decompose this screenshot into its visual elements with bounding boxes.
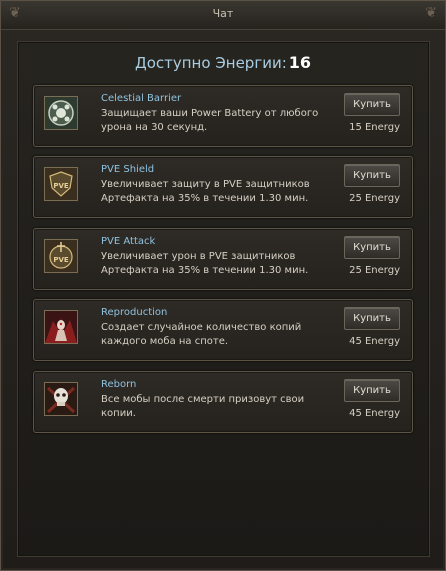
shop-item-celestial-barrier: Celestial Barrier Защищает ваши Power Ba… xyxy=(33,85,413,147)
reproduction-icon xyxy=(44,310,78,344)
item-cost: 45 Energy xyxy=(349,408,400,419)
item-description: Увеличивает защиту в PVE защитников Арте… xyxy=(101,179,310,204)
shop-item-reborn: Reborn Все мобы после смерти призовут св… xyxy=(33,371,413,433)
shop-window: ❦ Чат ❦ Доступно Энергии: 16 Celestial Ba… xyxy=(0,0,446,571)
buy-button[interactable]: Купить xyxy=(344,379,400,402)
celestial-barrier-icon xyxy=(44,96,78,130)
item-cost: 25 Energy xyxy=(349,193,400,204)
svg-text:PVE: PVE xyxy=(53,256,69,264)
item-cost: 45 Energy xyxy=(349,336,400,347)
title-ornament-right-icon: ❦ xyxy=(425,5,437,21)
item-description: Защищает ваши Power Battery от любого ур… xyxy=(101,108,319,133)
item-description: Увеличивает урон в PVE защитников Артефа… xyxy=(101,251,309,276)
shop-item-pve-shield: PVE PVE Shield Увеличивает защиту в PVE … xyxy=(33,156,413,218)
item-cost: 15 Energy xyxy=(349,122,400,133)
item-name: Reborn xyxy=(101,379,137,390)
title-bar[interactable]: ❦ Чат ❦ xyxy=(1,1,445,30)
pve-attack-icon: PVE xyxy=(44,239,78,273)
buy-button[interactable]: Купить xyxy=(344,93,400,116)
item-description: Все мобы после смерти призовут свои копи… xyxy=(101,394,305,419)
reborn-icon xyxy=(44,382,78,416)
item-name: Reproduction xyxy=(101,307,168,318)
shop-item-reproduction: Reproduction Создает случайное количеств… xyxy=(33,299,413,361)
buy-button[interactable]: Купить xyxy=(344,164,400,187)
buy-button[interactable]: Купить xyxy=(344,307,400,330)
buy-button[interactable]: Купить xyxy=(344,236,400,259)
svg-text:PVE: PVE xyxy=(53,182,69,190)
item-cost: 25 Energy xyxy=(349,265,400,276)
energy-value: 16 xyxy=(288,53,312,72)
item-name: PVE Attack xyxy=(101,236,156,247)
pve-shield-icon: PVE xyxy=(44,167,78,201)
item-description: Создает случайное количество копий каждо… xyxy=(101,322,302,347)
shop-item-pve-attack: PVE PVE Attack Увеличивает урон в PVE за… xyxy=(33,228,413,290)
item-name: Celestial Barrier xyxy=(101,93,182,104)
energy-label: Доступно Энергии: xyxy=(134,54,287,72)
energy-header: Доступно Энергии: 16 xyxy=(1,53,445,72)
item-name: PVE Shield xyxy=(101,164,155,175)
